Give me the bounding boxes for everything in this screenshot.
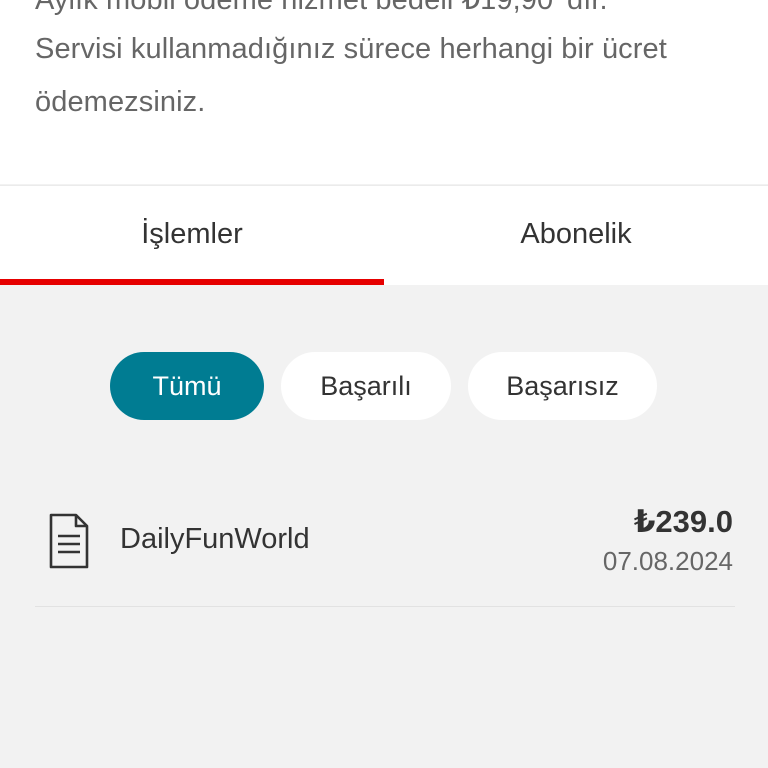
- filter-failed-chip[interactable]: Başarısız: [468, 352, 657, 420]
- document-icon: [49, 513, 89, 569]
- tab-islemler[interactable]: İşlemler: [0, 186, 384, 285]
- info-text-line-3: ödemezsiniz.: [35, 86, 206, 118]
- filter-successful-chip[interactable]: Başarılı: [281, 352, 451, 420]
- info-section: Aylık mobil ödeme hizmet bedeli ₺19,90' …: [0, 0, 768, 184]
- transactions-screen: Aylık mobil ödeme hizmet bedeli ₺19,90' …: [0, 0, 768, 768]
- info-text-line-1: Aylık mobil ödeme hizmet bedeli ₺19,90' …: [35, 0, 608, 16]
- tab-bar: İşlemler Abonelik: [0, 185, 768, 285]
- transaction-amount: ₺239.0: [633, 504, 733, 539]
- tab-abonelik-label: Abonelik: [520, 218, 632, 250]
- info-text-line-2: Servisi kullanmadığınız sürece herhangi …: [35, 33, 667, 65]
- tab-abonelik[interactable]: Abonelik: [384, 186, 768, 285]
- transaction-name: DailyFunWorld: [120, 523, 310, 555]
- filter-all-chip[interactable]: Tümü: [110, 352, 264, 420]
- tab-islemler-label: İşlemler: [141, 218, 243, 250]
- filter-chips: Tümü Başarılı Başarısız: [0, 352, 768, 420]
- transaction-row[interactable]: DailyFunWorld ₺239.0 07.08.2024: [35, 498, 735, 607]
- transaction-date: 07.08.2024: [602, 546, 733, 576]
- active-tab-indicator: [0, 279, 384, 285]
